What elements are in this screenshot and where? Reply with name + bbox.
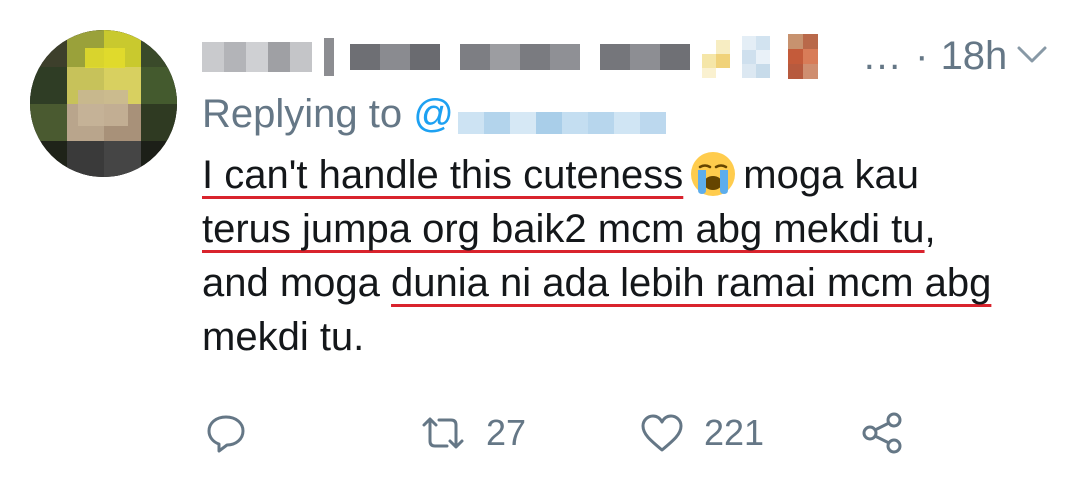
like-button[interactable]: 221 (640, 408, 764, 458)
reply-handle-link[interactable]: @ (413, 92, 673, 136)
tweet-header: … · 18h (202, 30, 1062, 82)
share-icon (860, 411, 904, 455)
replying-to: Replying to @ (202, 86, 673, 142)
handle-pixelated (457, 97, 673, 135)
share-button[interactable] (860, 408, 904, 458)
tweet-line-3: and moga dunia ni ada lebih ramai mcm ab… (202, 256, 1062, 310)
tweet-line-3-head: and moga (202, 261, 392, 305)
tweet-card: … · 18h Replying to @ I can't handle thi… (0, 0, 1080, 483)
author-name-pixelated[interactable] (202, 38, 692, 76)
time-separator: … · (862, 34, 930, 78)
heart-icon (640, 413, 684, 453)
replying-to-label: Replying to (202, 92, 403, 136)
underlined-phrase: terus jumpa org baik2 mcm abg mekdi tu (202, 207, 925, 251)
reply-icon (205, 412, 247, 454)
underlined-phrase: I can't handle this cuteness (202, 153, 684, 197)
underlined-phrase: dunia ni ada lebih ramai mcm abg (391, 261, 992, 305)
tweet-line-4: mekdi tu. (202, 310, 1062, 364)
tweet-line-1: I can't handle this cuteness moga kau (202, 148, 1062, 202)
tweet-text: I can't handle this cuteness moga kau te… (202, 148, 1062, 364)
tweet-line-1-tail: moga kau (743, 153, 919, 197)
tweet-line-2-tail: , (924, 207, 936, 251)
chevron-down-icon[interactable] (1016, 44, 1048, 66)
timestamp[interactable]: 18h (941, 34, 1008, 78)
reply-button[interactable] (205, 408, 247, 458)
loudly-crying-face-icon (689, 150, 737, 198)
retweet-button[interactable]: 27 (420, 408, 526, 458)
tweet-line-4-text: mekdi tu. (202, 315, 365, 359)
action-bar: 27 221 (205, 408, 925, 458)
like-count: 221 (704, 412, 765, 453)
retweet-icon (420, 413, 466, 453)
retweet-count: 27 (486, 412, 527, 453)
tweet-meta: … · 18h (862, 32, 1007, 80)
handle-prefix: @ (413, 92, 454, 136)
tweet-line-2: terus jumpa org baik2 mcm abg mekdi tu, (202, 202, 1062, 256)
avatar[interactable] (30, 30, 177, 177)
author-emoji-pixelated (702, 32, 852, 82)
